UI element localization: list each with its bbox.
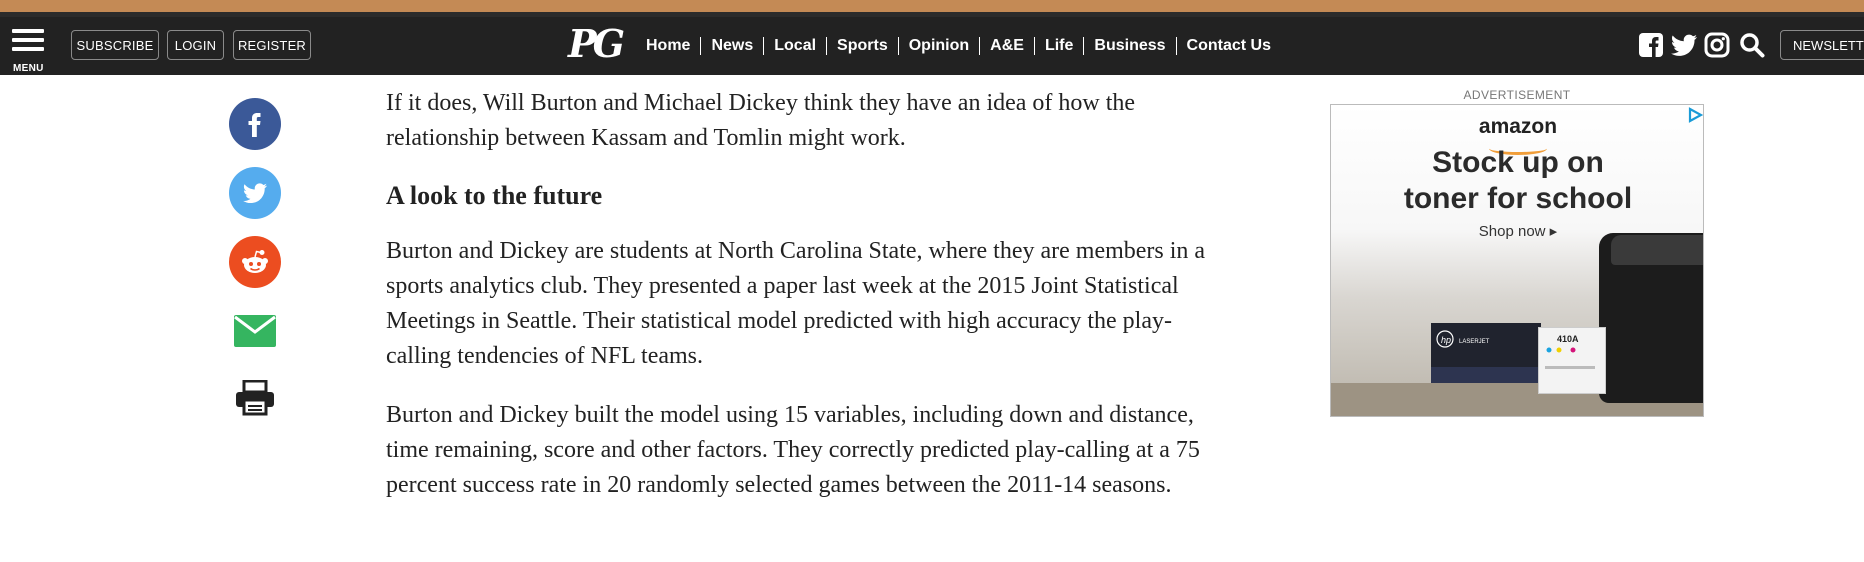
ad-headline-line: Stock up on: [1432, 146, 1604, 179]
svg-text:hp: hp: [1441, 335, 1451, 345]
email-icon: [234, 315, 276, 347]
print-button[interactable]: [229, 372, 281, 424]
main-nav-links: Home News Local Sports Opinion A&E Life …: [636, 35, 1281, 57]
toner-product-code: 410A: [1557, 334, 1579, 344]
menu-button[interactable]: MENU: [12, 27, 46, 74]
facebook-icon: [248, 113, 261, 137]
article-paragraph: Burton and Dickey built the model using …: [386, 402, 1200, 498]
advertisement-label: ADVERTISEMENT: [1463, 88, 1571, 102]
facebook-icon[interactable]: [1638, 32, 1666, 60]
printer-lid: [1611, 235, 1703, 265]
twitter-icon: [243, 183, 267, 204]
share-email-button[interactable]: [229, 305, 281, 357]
top-accent-stripe: [0, 0, 1864, 12]
subscribe-button[interactable]: SUBSCRIBE: [71, 30, 159, 60]
ad-headline: Stock up on toner for school: [1331, 145, 1703, 217]
hamburger-bar: [12, 38, 44, 42]
register-button[interactable]: REGISTER: [233, 30, 311, 60]
instagram-icon[interactable]: [1704, 32, 1732, 60]
search-icon[interactable]: [1739, 32, 1767, 60]
nav-link-home[interactable]: Home: [636, 36, 700, 56]
hamburger-icon: [12, 29, 44, 33]
toner-box-light: 410A: [1538, 327, 1606, 394]
nav-link-contact[interactable]: Contact Us: [1177, 36, 1281, 56]
toner-product-name: LASERJET: [1459, 339, 1490, 345]
newsletter-button[interactable]: NEWSLETTER: [1780, 30, 1864, 60]
ad-brand: amazon: [1478, 115, 1558, 138]
article-subheading: A look to the future: [386, 181, 603, 210]
site-navbar: MENU SUBSCRIBE LOGIN REGISTER PG Home Ne…: [0, 17, 1864, 75]
nav-link-business[interactable]: Business: [1084, 36, 1175, 56]
adchoices-icon[interactable]: [1687, 107, 1703, 123]
reddit-icon: [242, 250, 268, 273]
share-twitter-button[interactable]: [229, 167, 281, 219]
nav-link-sports[interactable]: Sports: [827, 36, 898, 56]
nav-link-local[interactable]: Local: [764, 36, 826, 56]
share-reddit-button[interactable]: [229, 236, 281, 288]
ad-headline-line: toner for school: [1403, 182, 1633, 215]
hamburger-bar: [12, 47, 44, 51]
site-logo[interactable]: PG: [568, 22, 625, 66]
nav-link-opinion[interactable]: Opinion: [899, 36, 979, 56]
login-button[interactable]: LOGIN: [167, 30, 224, 60]
print-icon: [236, 380, 274, 416]
twitter-icon[interactable]: [1670, 32, 1698, 60]
menu-label: MENU: [13, 63, 44, 74]
advertisement-banner[interactable]: amazon Stock up on toner for school Shop…: [1330, 104, 1704, 417]
nav-link-life[interactable]: Life: [1035, 36, 1083, 56]
nav-link-news[interactable]: News: [701, 36, 763, 56]
toner-box-dark: hp LASERJET: [1431, 323, 1541, 383]
article-body: If it does, Will Burton and Michael Dick…: [386, 86, 1216, 527]
nav-link-ae[interactable]: A&E: [980, 36, 1034, 56]
share-facebook-button[interactable]: [229, 98, 281, 150]
article-paragraph: Burton and Dickey are students at North …: [386, 238, 1206, 369]
article-paragraph: If it does, Will Burton and Michael Dick…: [386, 90, 1136, 151]
